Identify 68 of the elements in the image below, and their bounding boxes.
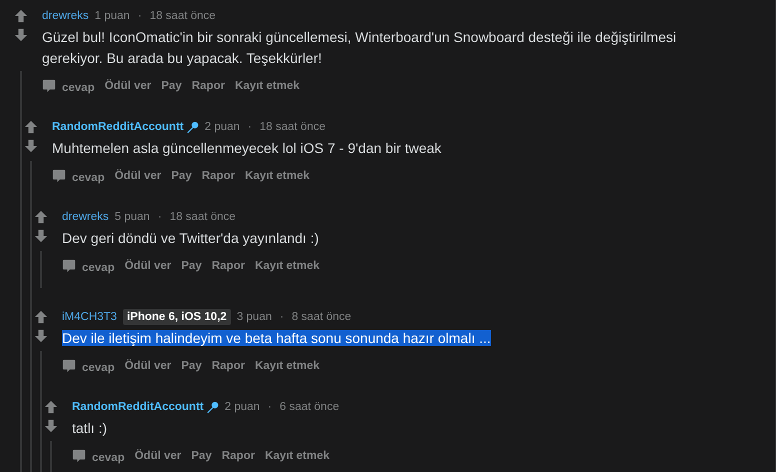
comment-text: Muhtemelen asla güncellenmeyecek lol iOS 7 - 9'dan bir tweak [52,140,442,156]
action-button[interactable]: Kayıt etmek [254,360,320,372]
separator-dot: · [136,10,143,22]
reply-button[interactable]: cevap [62,258,115,274]
comment-text: Dev geri döndü ve Twitter'da yayınlandı :) [62,230,319,246]
username-link[interactable]: RandomRedditAccountt [72,401,204,413]
action-button[interactable]: Rapor [212,260,245,272]
reply-button[interactable]: cevap [62,358,115,374]
comment-icon [42,79,56,93]
action-button[interactable]: Pay [161,80,182,92]
points-count: 2 puan [224,401,260,413]
action-button[interactable]: Pay [181,360,202,372]
action-button[interactable]: Ödül ver [124,360,172,372]
comment-icon [52,169,66,183]
action-button[interactable]: Kayıt etmek [234,80,300,92]
comment-text: Dev ile iletişim halindeyim ve beta hafta sonu sonunda hazır olmalı ... [62,330,491,346]
comment-text: tatlı :) [72,420,108,436]
reply-button[interactable]: cevap [42,78,95,94]
upvote-icon[interactable] [14,9,28,23]
separator-dot: · [246,121,253,133]
separator-dot: · [278,311,285,323]
downvote-icon[interactable] [34,329,48,343]
action-button[interactable]: Rapor [212,360,245,372]
microphone-icon [186,120,199,134]
reply-button[interactable]: cevap [72,448,125,464]
comment-icon [62,359,76,373]
action-button[interactable]: Rapor [222,450,255,462]
points-count: 3 puan [236,311,272,323]
action-button[interactable]: Ödül ver [134,450,182,462]
username-link[interactable]: iM4CH3T3 [62,311,117,323]
username-link[interactable]: drewreks [42,10,89,22]
microphone-icon [206,400,219,414]
action-button[interactable]: Rapor [192,80,225,92]
reply-button[interactable]: cevap [52,168,105,184]
downvote-icon[interactable] [34,229,48,243]
downvote-icon[interactable] [24,139,38,153]
timestamp: 8 saat önce [292,311,352,323]
points-count: 5 puan [114,211,150,223]
downvote-icon[interactable] [44,419,58,433]
downvote-icon[interactable] [14,28,28,42]
upvote-icon[interactable] [34,210,48,224]
comment-icon [72,449,86,463]
timestamp: 6 saat önce [280,401,340,413]
timestamp: 18 saat önce [170,211,236,223]
points-count: 2 puan [204,121,240,133]
username-link[interactable]: drewreks [62,211,109,223]
comment-text: Güzel bul! IconOmatic'in bir sonraki güncellemesi, Winterboard'un Snowboard desteği ile değiştirilmesi gerekiyor. Bu arada bu yapacak. Teşekkürler! [42,29,676,66]
action-button[interactable]: Pay [171,170,192,182]
username-link[interactable]: RandomRedditAccountt [52,121,184,133]
action-button[interactable]: Rapor [202,170,235,182]
points-count: 1 puan [94,10,130,22]
action-button[interactable]: Pay [181,260,202,272]
timestamp: 18 saat önce [260,121,326,133]
upvote-icon[interactable] [34,310,48,324]
action-button[interactable]: Ödül ver [124,260,172,272]
user-flair: iPhone 6, iOS 10,2 [122,309,231,325]
action-button[interactable]: Kayıt etmek [254,260,320,272]
upvote-icon[interactable] [24,120,38,134]
comment-icon [62,259,76,273]
action-button[interactable]: Pay [191,450,212,462]
action-button[interactable]: Ödül ver [104,80,152,92]
action-button[interactable]: Kayıt etmek [264,450,330,462]
timestamp: 18 saat önce [150,10,216,22]
separator-dot: · [156,211,163,223]
separator-dot: · [266,401,273,413]
upvote-icon[interactable] [44,400,58,414]
action-button[interactable]: Kayıt etmek [244,170,310,182]
action-button[interactable]: Ödül ver [114,170,162,182]
